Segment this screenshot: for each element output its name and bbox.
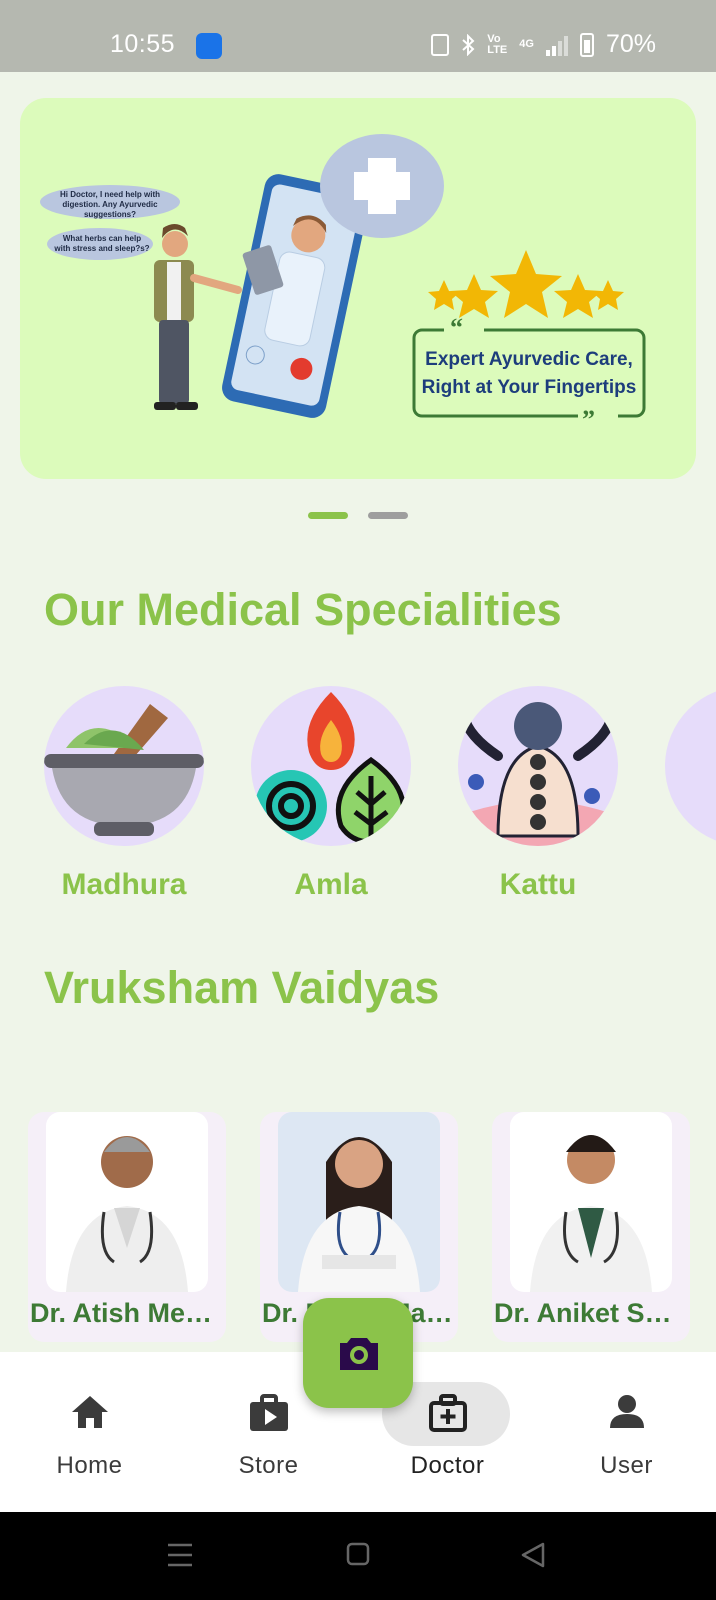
- doctor-photo: [46, 1112, 208, 1292]
- system-navigation-bar: [0, 1512, 716, 1600]
- recents-icon[interactable]: [167, 1542, 193, 1568]
- doctor-card[interactable]: Dr. Atish Mehta: [28, 1112, 226, 1342]
- speciality-amla[interactable]: Amla: [251, 686, 411, 902]
- battery-icon: [579, 32, 594, 57]
- speciality-madhura[interactable]: Madhura: [44, 686, 204, 902]
- speciality-kattu[interactable]: Kattu: [458, 686, 618, 902]
- doctor-photo: [278, 1112, 440, 1292]
- speciality-label: Amla: [294, 868, 368, 901]
- nav-label: Doctor: [410, 1452, 485, 1479]
- vibrate-icon: [431, 33, 450, 56]
- home-icon: [71, 1396, 108, 1428]
- nav-label: User: [600, 1452, 653, 1479]
- speciality-label: Madhura: [61, 868, 187, 901]
- user-icon: [609, 1395, 644, 1428]
- banner-illustration: “ ”: [40, 134, 646, 434]
- doctor-card[interactable]: Dr. Aniket Sharma: [492, 1112, 690, 1342]
- doctor-kit-icon: [428, 1394, 467, 1432]
- vaidyas-title: Vruksham Vaidyas: [44, 962, 440, 1013]
- speciality-label: Kattu: [499, 868, 577, 901]
- signal-icon: [545, 34, 568, 56]
- bluetooth-icon: [462, 33, 475, 56]
- status-bar: 10:55 Vo LTE 4G 70%: [0, 0, 716, 72]
- status-time: 10:55: [110, 30, 176, 58]
- mortar-pestle-icon: [44, 686, 204, 846]
- camera-icon: [340, 1338, 378, 1370]
- specialities-title: Our Medical Specialities: [44, 584, 562, 635]
- nav-label: Store: [238, 1452, 299, 1479]
- android-notification-icon: [196, 33, 222, 59]
- nav-user[interactable]: User: [537, 1352, 716, 1512]
- back-icon[interactable]: [520, 1542, 546, 1568]
- banner-tagline: Expert Ayurvedic Care, Right at Your Fin…: [414, 346, 644, 402]
- bubble-text-2: What herbs can help with stress and slee…: [54, 234, 150, 253]
- speciality-icon: [665, 686, 716, 846]
- specialities-list[interactable]: Madhura Amla Kattu: [0, 686, 716, 916]
- tagline-line-1: Expert Ayurvedic Care,: [425, 349, 633, 370]
- store-icon: [249, 1394, 288, 1431]
- svg-text:”: ”: [582, 405, 595, 434]
- network-type: 4G: [519, 38, 534, 50]
- carousel-dot-active[interactable]: [308, 512, 348, 519]
- carousel-indicator: [0, 512, 716, 519]
- doctor-name: Dr. Aniket Sharma: [494, 1298, 688, 1328]
- status-icons: Vo LTE 4G 70%: [431, 30, 656, 59]
- doctor-name: Dr. Atish Mehta: [30, 1298, 224, 1328]
- svg-text:“: “: [450, 313, 463, 342]
- camera-fab-button[interactable]: [303, 1298, 413, 1408]
- nav-home[interactable]: Home: [0, 1352, 179, 1512]
- home-button-icon[interactable]: [346, 1542, 370, 1566]
- elements-icon: [251, 686, 411, 846]
- nav-label: Home: [56, 1452, 123, 1479]
- carousel-dot[interactable]: [368, 512, 408, 519]
- massage-icon: [458, 686, 618, 846]
- doctor-photo: [510, 1112, 672, 1292]
- speciality-item-partial[interactable]: [665, 686, 716, 846]
- tagline-line-2: Right at Your Fingertips: [421, 377, 637, 398]
- battery-percent: 70%: [605, 30, 656, 58]
- bubble-text-1: Hi Doctor, I need help with digestion. A…: [59, 190, 160, 219]
- promo-banner[interactable]: “ ” Hi Doctor, I need help with digestio…: [20, 98, 696, 479]
- volte-icon: Vo LTE: [487, 32, 508, 56]
